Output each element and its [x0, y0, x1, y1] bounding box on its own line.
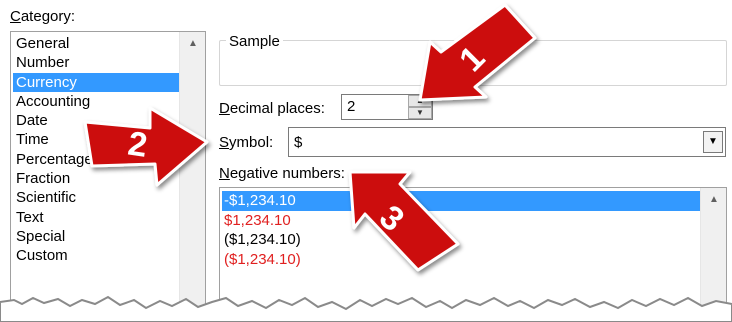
callout-arrows: 1 2 3 [83, 3, 537, 272]
callout-arrow-3: 3 [348, 170, 460, 272]
callout-arrow-2: 2 [83, 106, 209, 187]
callout-arrow-1: 1 [418, 3, 537, 102]
torn-edge [0, 295, 732, 322]
